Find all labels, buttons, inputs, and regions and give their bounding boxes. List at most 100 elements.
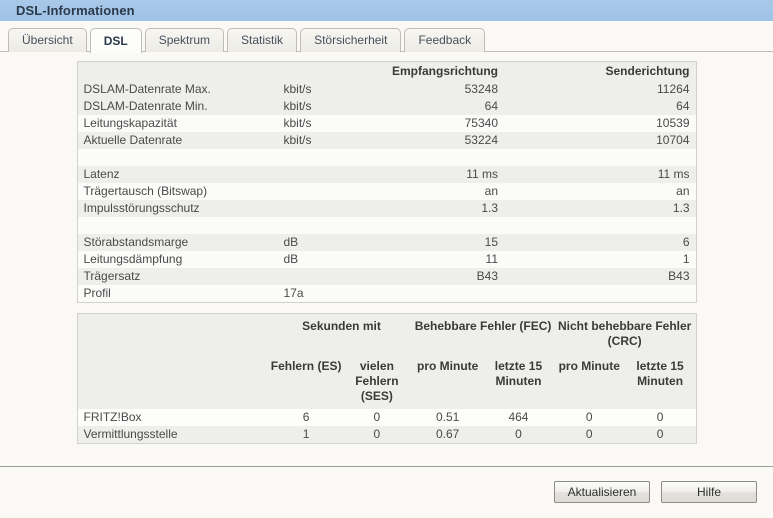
refresh-button[interactable]: Aktualisieren [554, 481, 650, 503]
row-unit: kbit/s [283, 115, 389, 132]
spacer-cell [77, 149, 696, 166]
header-unit [283, 62, 389, 81]
tab-uebersicht[interactable]: Übersicht [8, 28, 87, 52]
header-empfangsrichtung: Empfangsrichtung [388, 62, 542, 81]
row-fec-15: 0 [483, 426, 554, 443]
table-row: FRITZ!Box 6 0 0.51 464 0 0 [77, 409, 696, 426]
table-row: Profil 17a [77, 285, 696, 302]
row-rx: 11 [388, 251, 542, 268]
row-name: Vermittlungsstelle [77, 426, 271, 443]
error-statistics-table: Sekunden mit Behebbare Fehler (FEC) Nich… [77, 314, 696, 443]
row-crc-15: 0 [624, 426, 696, 443]
tab-dsl[interactable]: DSL [89, 28, 142, 53]
row-unit: dB [283, 251, 389, 268]
row-unit: kbit/s [283, 98, 389, 115]
row-rx: an [388, 183, 542, 200]
table-row: Aktuelle Datenrate kbit/s 53224 10704 [77, 132, 696, 149]
row-fec-min: 0.67 [412, 426, 484, 443]
window-titlebar: DSL-Informationen [0, 0, 773, 22]
row-label: DSLAM-Datenrate Max. [77, 81, 284, 98]
row-tx: 64 [542, 98, 696, 115]
tab-statistik[interactable]: Statistik [227, 28, 298, 52]
row-rx: 1.3 [388, 200, 542, 217]
row-ses: 0 [341, 409, 413, 426]
group-header-sekunden: Sekunden mit [270, 314, 413, 349]
sub-header-row: Fehlern (ES) vielen Fehlern (SES) pro Mi… [77, 359, 696, 409]
table-row: Leitungsdämpfung dB 11 1 [77, 251, 696, 268]
help-button[interactable]: Hilfe [661, 481, 757, 503]
row-tx: an [542, 183, 696, 200]
row-label: Trägersatz [77, 268, 284, 285]
dsl-parameters-panel: Empfangsrichtung Senderichtung DSLAM-Dat… [76, 61, 697, 303]
gap-cell [77, 349, 696, 359]
row-crc-15: 0 [624, 409, 696, 426]
row-name: FRITZ!Box [77, 409, 271, 426]
table-row: Störabstandsmarge dB 15 6 [77, 234, 696, 251]
row-tx: 10539 [542, 115, 696, 132]
row-unit: kbit/s [283, 81, 389, 98]
header-senderichtung: Senderichtung [542, 62, 696, 81]
table-row: DSLAM-Datenrate Min. kbit/s 64 64 [77, 98, 696, 115]
error-statistics-panel: Sekunden mit Behebbare Fehler (FEC) Nich… [76, 313, 697, 444]
dsl-parameters-table: Empfangsrichtung Senderichtung DSLAM-Dat… [77, 62, 696, 302]
row-unit [283, 183, 389, 200]
row-rx: 75340 [388, 115, 542, 132]
group-header-gap [77, 349, 696, 359]
sub-header-ses: vielen Fehlern (SES) [341, 359, 413, 409]
row-label: Latenz [77, 166, 284, 183]
sub-header-crc-pro-minute: pro Minute [553, 359, 625, 409]
group-header-row: Sekunden mit Behebbare Fehler (FEC) Nich… [77, 314, 696, 349]
row-tx: B43 [542, 268, 696, 285]
row-label: DSLAM-Datenrate Min. [77, 98, 284, 115]
row-unit [283, 268, 389, 285]
tab-spektrum[interactable]: Spektrum [144, 28, 225, 52]
group-header-crc: Nicht behebbare Fehler (CRC) [553, 314, 696, 349]
row-tx [542, 285, 696, 302]
table-header-row: Empfangsrichtung Senderichtung [77, 62, 696, 81]
row-es: 6 [270, 409, 342, 426]
row-rx: 11 ms [388, 166, 542, 183]
row-tx: 10704 [542, 132, 696, 149]
row-label: Störabstandsmarge [77, 234, 284, 251]
row-unit [283, 166, 389, 183]
row-label: Impulsstörungsschutz [77, 200, 284, 217]
row-rx: 15 [388, 234, 542, 251]
table-row-spacer [77, 149, 696, 166]
row-crc-min: 0 [553, 426, 625, 443]
table-row-spacer [77, 217, 696, 234]
tab-feedback[interactable]: Feedback [404, 28, 486, 52]
table-row: Vermittlungsstelle 1 0 0.67 0 0 0 [77, 426, 696, 443]
sub-header-fec-letzte-15: letzte 15 Minuten [483, 359, 554, 409]
row-unit: 17a [283, 285, 389, 302]
row-rx: 53224 [388, 132, 542, 149]
tab-content-dsl: Empfangsrichtung Senderichtung DSLAM-Dat… [0, 52, 773, 466]
tab-stoersicherheit[interactable]: Störsicherheit [300, 28, 402, 52]
table-row: Leitungskapazität kbit/s 75340 10539 [77, 115, 696, 132]
sub-header-fec-pro-minute: pro Minute [412, 359, 484, 409]
row-rx: 53248 [388, 81, 542, 98]
sub-header-crc-letzte-15: letzte 15 Minuten [624, 359, 696, 409]
row-unit: kbit/s [283, 132, 389, 149]
row-fec-15: 464 [483, 409, 554, 426]
row-label: Leitungskapazität [77, 115, 284, 132]
row-rx [388, 285, 542, 302]
table-row: Latenz 11 ms 11 ms [77, 166, 696, 183]
footer-bar: Aktualisieren Hilfe [0, 466, 773, 517]
row-label: Trägertausch (Bitswap) [77, 183, 284, 200]
table-row: Trägertausch (Bitswap) an an [77, 183, 696, 200]
row-rx: 64 [388, 98, 542, 115]
group-header-corner [77, 314, 271, 349]
row-unit [283, 200, 389, 217]
row-rx: B43 [388, 268, 542, 285]
row-tx: 11264 [542, 81, 696, 98]
header-label [77, 62, 284, 81]
row-crc-min: 0 [553, 409, 625, 426]
tab-bar: Übersicht DSL Spektrum Statistik Störsic… [0, 22, 773, 53]
row-tx: 1.3 [542, 200, 696, 217]
row-es: 1 [270, 426, 342, 443]
row-tx: 11 ms [542, 166, 696, 183]
row-label: Aktuelle Datenrate [77, 132, 284, 149]
page-title: DSL-Informationen [16, 3, 135, 18]
group-header-fec: Behebbare Fehler (FEC) [412, 314, 554, 349]
row-unit: dB [283, 234, 389, 251]
